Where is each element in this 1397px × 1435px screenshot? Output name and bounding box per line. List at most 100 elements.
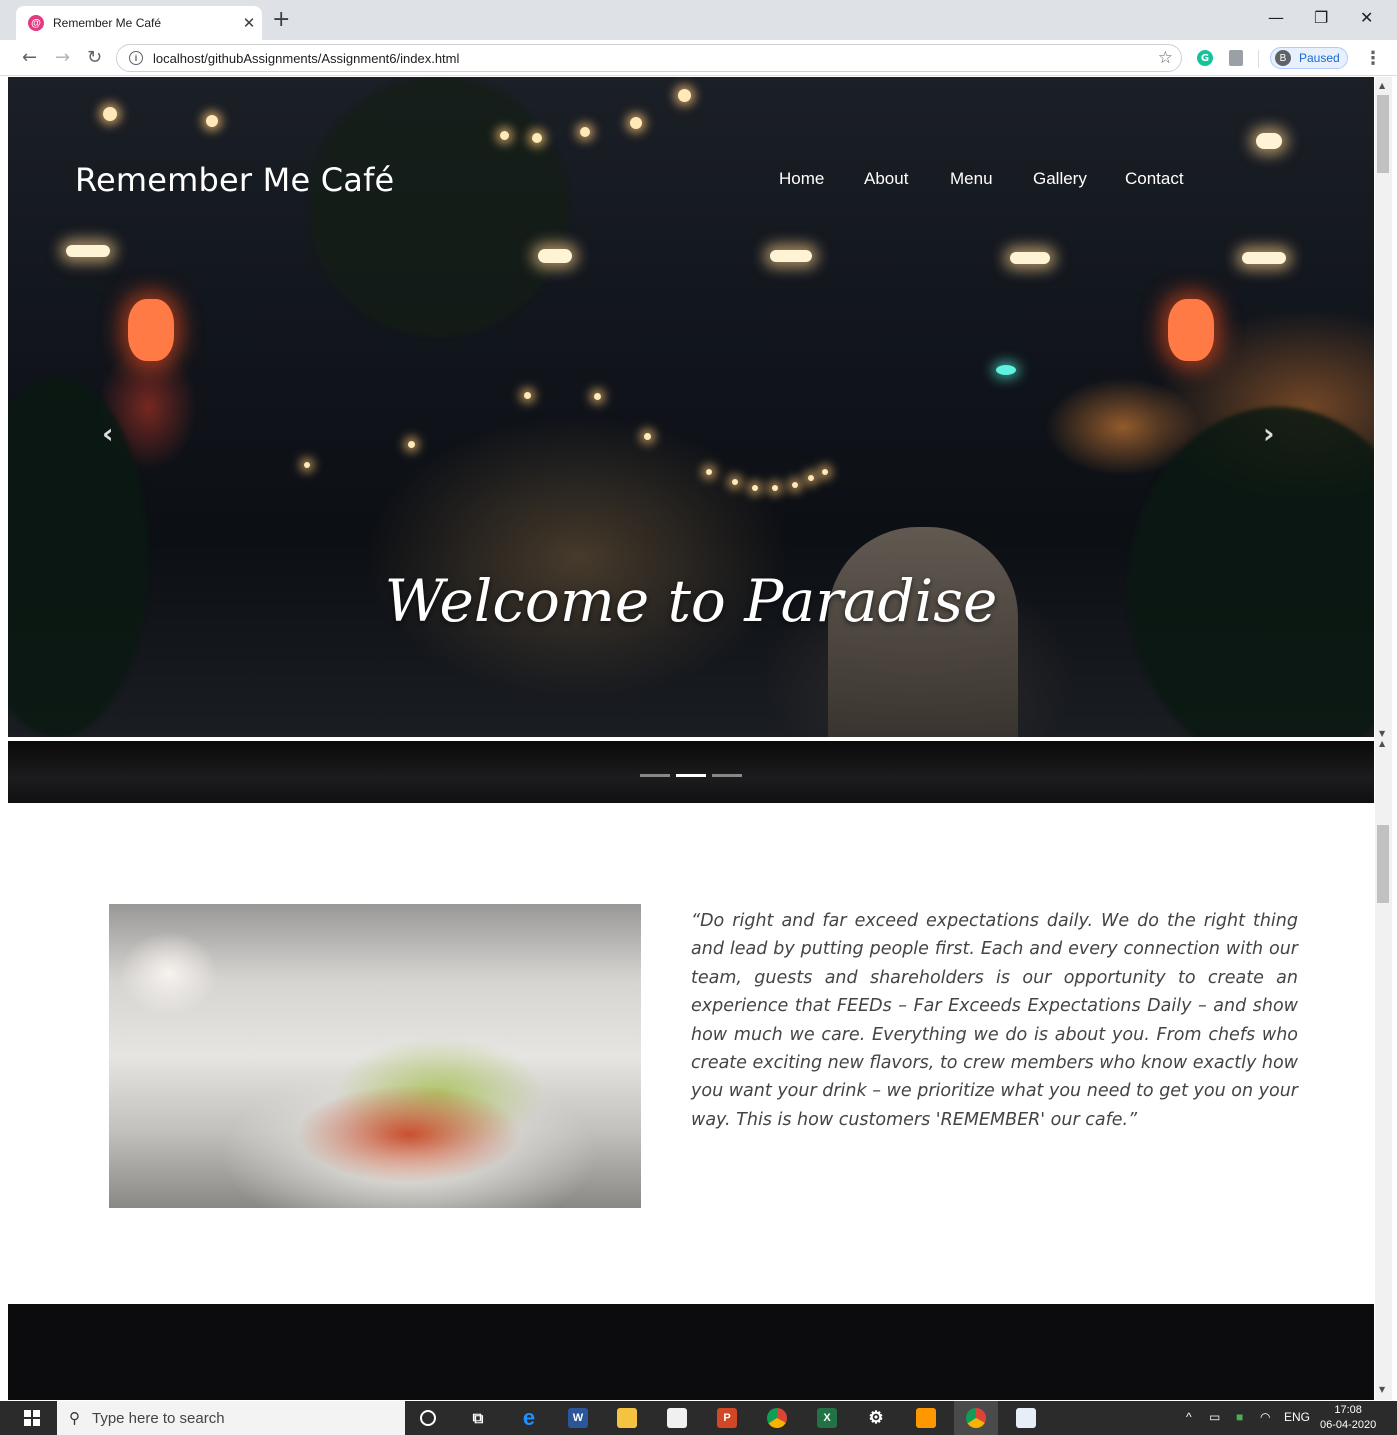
about-quote: “Do right and far exceed expectations da… <box>691 911 1298 1130</box>
string-light <box>630 117 642 129</box>
edge-icon[interactable]: e <box>519 1405 539 1430</box>
sublime-icon[interactable] <box>916 1408 936 1428</box>
string-light <box>532 133 542 143</box>
tray-chevron-icon[interactable]: ^ <box>1186 1410 1192 1424</box>
carousel-prev-icon[interactable]: ‹ <box>102 417 114 450</box>
carousel-indicator[interactable] <box>712 774 742 777</box>
string-light <box>822 469 828 475</box>
clock-date: 06-04-2020 <box>1320 1419 1377 1431</box>
red-lantern <box>128 299 174 361</box>
hero-carousel: Remember Me Café Home About Menu Gallery… <box>8 77 1374 737</box>
string-light <box>594 393 601 400</box>
grammarly-extension-icon[interactable]: G <box>1197 50 1213 66</box>
carousel-bottom-strip <box>8 741 1374 803</box>
chrome-active-icon[interactable] <box>966 1408 986 1428</box>
browser-tab[interactable]: @ Remember Me Café ✕ <box>16 6 262 40</box>
store-icon[interactable] <box>667 1408 687 1428</box>
settings-gear-icon[interactable]: ⚙ <box>866 1408 886 1428</box>
cafe-favicon-icon: @ <box>28 15 44 31</box>
close-tab-icon[interactable]: ✕ <box>236 14 262 32</box>
word-icon[interactable]: W <box>568 1408 588 1428</box>
hero-caption: Welcome to Paradise <box>384 567 998 635</box>
string-light <box>678 89 691 102</box>
nav-home[interactable]: Home <box>779 169 824 189</box>
tray-app-icon[interactable]: ■ <box>1236 1410 1243 1424</box>
bookmark-star-icon[interactable]: ☆ <box>1158 48 1173 68</box>
string-light <box>772 485 778 491</box>
photos-icon[interactable] <box>1016 1408 1036 1428</box>
address-bar[interactable]: i localhost/githubAssignments/Assignment… <box>116 44 1182 72</box>
info-icon[interactable]: i <box>129 51 143 65</box>
string-light <box>408 441 415 448</box>
cortana-icon[interactable] <box>420 1410 436 1426</box>
browser-tab-strip: @ Remember Me Café ✕ + — ❐ ✕ <box>0 0 1397 40</box>
wifi-icon[interactable]: ◠ <box>1260 1410 1270 1424</box>
carousel-indicator[interactable] <box>640 774 670 777</box>
scroll-thumb[interactable] <box>1377 825 1389 903</box>
clock-time: 17:08 <box>1334 1404 1362 1416</box>
browser-menu-icon[interactable]: ⋮ <box>1364 48 1382 69</box>
search-icon: ⚲ <box>69 1410 80 1427</box>
profile-button[interactable]: B Paused <box>1270 47 1348 69</box>
red-lantern <box>1168 299 1214 361</box>
string-light <box>732 479 738 485</box>
restore-icon[interactable]: ❐ <box>1314 8 1328 27</box>
scroll-up-icon[interactable]: ▲ <box>1379 81 1385 90</box>
profile-avatar: B <box>1275 50 1291 66</box>
nav-gallery[interactable]: Gallery <box>1033 169 1087 189</box>
chrome-icon[interactable] <box>767 1408 787 1428</box>
page-scrollbar[interactable]: ▲ ▼ ▲ ▼ <box>1375 77 1392 1400</box>
scroll-thumb[interactable] <box>1377 95 1389 173</box>
taskbar-search[interactable]: ⚲ Type here to search <box>57 1401 405 1435</box>
search-placeholder: Type here to search <box>92 1409 225 1427</box>
close-window-icon[interactable]: ✕ <box>1360 8 1373 27</box>
windows-taskbar: ⚲ Type here to search ⧉ e W P X ⚙ ^ ▭ ■ … <box>0 1401 1397 1435</box>
toolbar-divider <box>1258 50 1259 68</box>
ceiling-light <box>770 250 812 262</box>
string-light <box>580 127 590 137</box>
ceiling-light <box>538 249 572 263</box>
string-light <box>304 462 310 468</box>
taskbar-clock[interactable]: 17:08 06-04-2020 <box>1320 1403 1376 1433</box>
ceiling-light <box>66 245 110 257</box>
ceiling-light <box>1256 133 1282 149</box>
scroll-down-icon[interactable]: ▼ <box>1379 1385 1385 1394</box>
tab-title: Remember Me Café <box>53 16 162 30</box>
scroll-up-icon[interactable]: ▲ <box>1379 739 1385 748</box>
battery-icon[interactable]: ▭ <box>1209 1410 1220 1424</box>
nav-menu[interactable]: Menu <box>950 169 993 189</box>
page-viewport: Remember Me Café Home About Menu Gallery… <box>8 77 1374 1400</box>
excel-icon[interactable]: X <box>817 1408 837 1428</box>
string-light <box>792 482 798 488</box>
dark-section-band <box>8 1304 1374 1400</box>
string-light <box>706 469 712 475</box>
site-brand[interactable]: Remember Me Café <box>75 161 394 199</box>
windows-start-icon[interactable] <box>24 1410 40 1426</box>
reload-icon[interactable]: ↻ <box>87 48 102 68</box>
scroll-down-icon[interactable]: ▼ <box>1379 729 1385 738</box>
extension-icon[interactable] <box>1229 50 1243 66</box>
minimize-icon[interactable]: — <box>1268 8 1284 27</box>
back-arrow-icon[interactable]: ← <box>22 48 37 68</box>
string-light <box>500 131 509 140</box>
url-text: localhost/githubAssignments/Assignment6/… <box>153 50 460 66</box>
string-light <box>808 475 814 481</box>
ceiling-light <box>1242 252 1286 264</box>
teal-light <box>996 365 1016 375</box>
string-light <box>752 485 758 491</box>
carousel-indicator-active[interactable] <box>676 774 706 777</box>
forward-arrow-icon[interactable]: → <box>55 48 70 68</box>
plant-silhouette <box>8 377 148 737</box>
task-view-icon[interactable]: ⧉ <box>468 1408 488 1428</box>
browser-toolbar: ← → ↻ i localhost/githubAssignments/Assi… <box>0 40 1397 76</box>
powerpoint-icon[interactable]: P <box>717 1408 737 1428</box>
string-light <box>524 392 531 399</box>
new-tab-icon[interactable]: + <box>272 9 290 31</box>
language-indicator[interactable]: ENG <box>1284 1410 1310 1424</box>
nav-contact[interactable]: Contact <box>1125 169 1184 189</box>
salmon-dish-image <box>109 904 641 1208</box>
file-explorer-icon[interactable] <box>617 1408 637 1428</box>
carousel-next-icon[interactable]: › <box>1263 417 1275 450</box>
string-light <box>644 433 651 440</box>
nav-about[interactable]: About <box>864 169 908 189</box>
